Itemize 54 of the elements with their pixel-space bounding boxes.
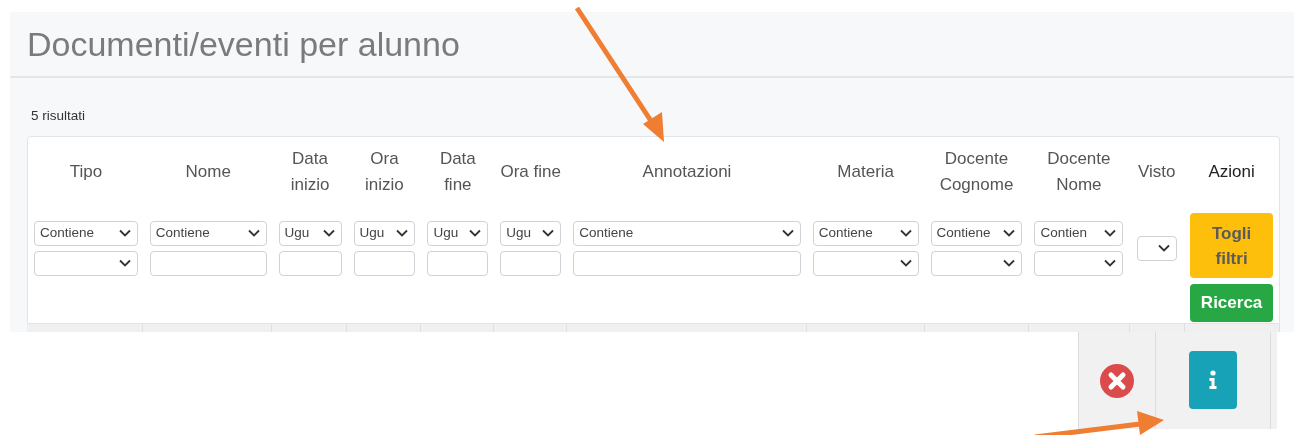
chevron-icon (781, 229, 794, 237)
column-header: Nome (185, 161, 231, 183)
info-icon (1208, 370, 1218, 390)
column-header: Docente Cognome (938, 148, 1015, 196)
chevron-icon (1157, 244, 1170, 252)
dropdown-field[interactable]: Ugu (278, 220, 342, 246)
input-field[interactable] (573, 250, 801, 276)
column-header: Ora fine (500, 161, 561, 183)
dropdown-field[interactable] (1034, 250, 1124, 276)
dropdown-field[interactable]: Contiene (573, 220, 801, 246)
chevron-icon (1104, 229, 1117, 237)
dropdown-field[interactable]: Ugu (353, 220, 416, 246)
chevron-icon (1104, 259, 1117, 267)
column-header: Visto (1137, 161, 1176, 183)
result-count: 5 risultati (31, 107, 87, 125)
chevron-icon (1003, 229, 1016, 237)
dropdown-field[interactable] (34, 250, 138, 276)
dropdown-field[interactable] (1136, 235, 1177, 261)
input-field[interactable] (278, 250, 342, 276)
chevron-icon (899, 229, 912, 237)
dropdown-field[interactable]: Contiene (149, 220, 267, 246)
input-field[interactable] (149, 250, 267, 276)
column-header: Data fine (438, 148, 477, 196)
info-button[interactable] (1189, 351, 1237, 409)
input-field[interactable] (427, 250, 489, 276)
column-header: Ora inizio (364, 148, 405, 196)
column-header: Materia (837, 161, 895, 183)
dropdown-field[interactable]: Ugu (427, 220, 489, 246)
dropdown-field[interactable]: Contiene (930, 220, 1023, 246)
dropdown-field[interactable] (930, 250, 1023, 276)
action-button[interactable]: Togli filtri (1190, 213, 1274, 278)
dropdown-field[interactable]: Contiene (34, 220, 138, 246)
dropdown-field[interactable]: Ugu (500, 220, 562, 246)
column-header: Data inizio (289, 148, 331, 196)
chevron-icon (118, 229, 131, 237)
chevron-icon (469, 229, 482, 237)
chevron-icon (396, 229, 409, 237)
chevron-icon (247, 229, 260, 237)
column-header: Docente Nome (1046, 148, 1112, 196)
chevron-icon (899, 259, 912, 267)
chevron-icon (1003, 259, 1016, 267)
input-field[interactable] (353, 250, 416, 276)
delete-icon[interactable] (1100, 363, 1134, 398)
column-header: Tipo (69, 161, 103, 183)
column-header: Annotazioni (642, 161, 732, 183)
dropdown-field[interactable]: Contiene (812, 220, 919, 246)
page-title: Documenti/eventi per alunno (27, 27, 460, 61)
chevron-icon (118, 259, 131, 267)
column-header: Azioni (1208, 161, 1255, 184)
input-field[interactable] (500, 250, 562, 276)
dropdown-field[interactable] (812, 250, 919, 276)
chevron-icon (542, 229, 555, 237)
dropdown-field[interactable]: Contien (1034, 220, 1124, 246)
chevron-icon (322, 229, 335, 237)
